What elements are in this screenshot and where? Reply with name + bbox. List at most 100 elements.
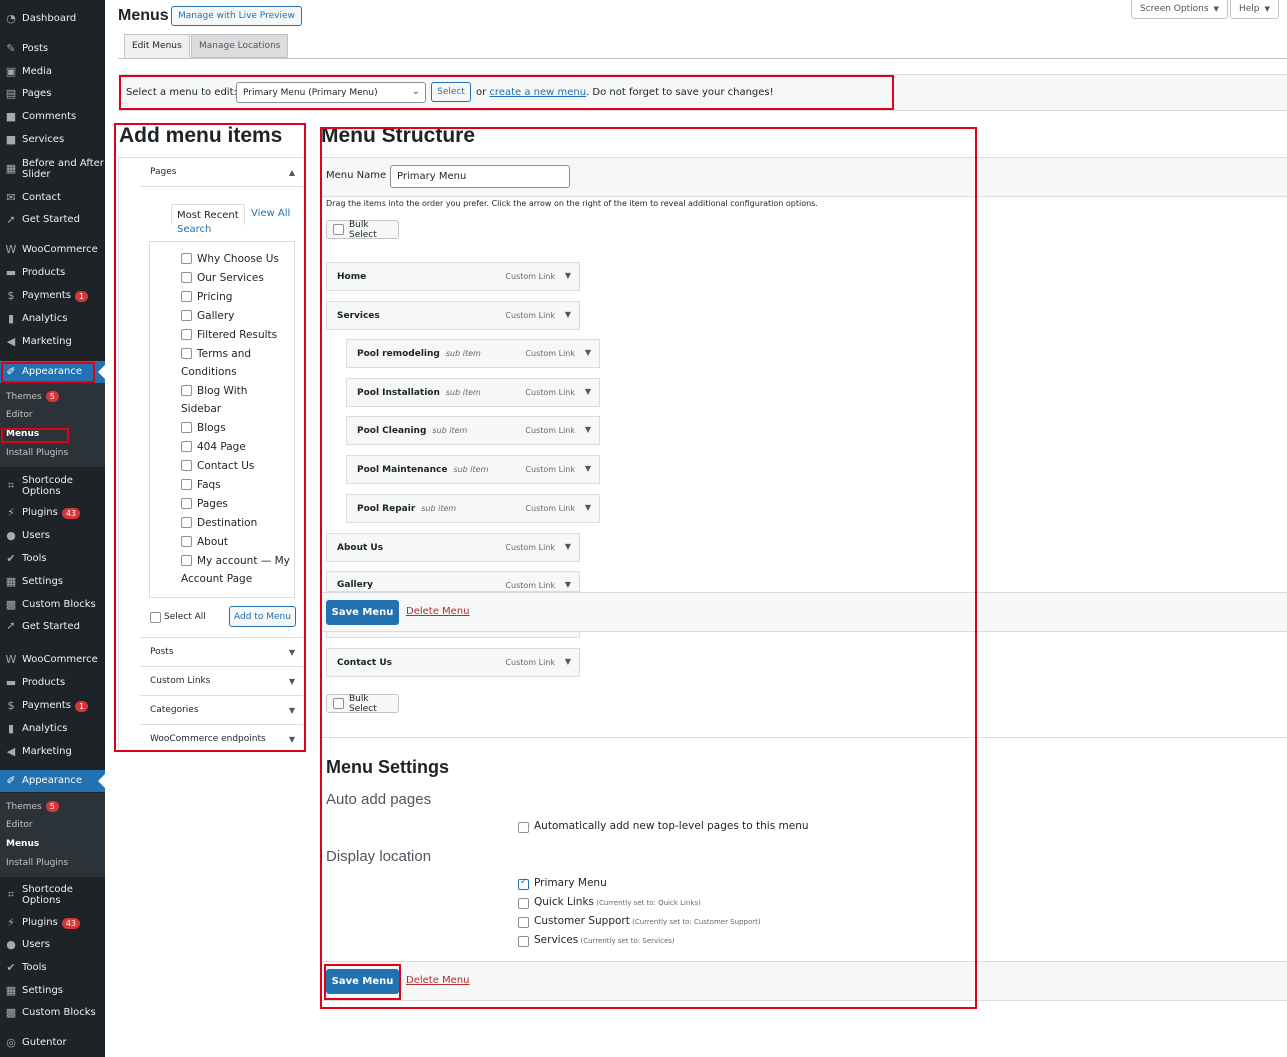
sidebar-item-services[interactable]: ■ Services	[0, 129, 105, 151]
sidebar-item-tools[interactable]: ✔ Tools	[0, 548, 105, 570]
caret-down-icon[interactable]: ▼	[585, 348, 591, 357]
page-checkbox[interactable]	[181, 310, 192, 321]
sidebar-item-appearance[interactable]: ✐ Appearance	[0, 361, 105, 383]
page-checkbox[interactable]	[181, 385, 192, 396]
sidebar-item-analytics[interactable]: ▮ Analytics	[0, 718, 105, 740]
page-checkbox[interactable]	[181, 536, 192, 547]
sidebar-subitem-menus[interactable]: Menus	[6, 839, 39, 849]
caret-down-icon[interactable]: ▼	[565, 657, 571, 666]
sidebar-item-settings[interactable]: ▦ Settings	[0, 571, 105, 593]
sidebar-subitem-install-plugins[interactable]: Install Plugins	[6, 448, 68, 458]
menu-select-dropdown[interactable]: Primary Menu (Primary Menu) ⌄	[236, 82, 426, 103]
sidebar-item-payments[interactable]: $ Payments 1	[0, 695, 105, 717]
menu-item-pool-installation[interactable]: Pool Installation sub item Custom Link ▼	[346, 378, 600, 407]
sidebar-item-marketing[interactable]: ◀ Marketing	[0, 331, 105, 353]
caret-down-icon[interactable]: ▼	[565, 271, 571, 280]
caret-down-icon[interactable]: ▼	[585, 503, 591, 512]
location-checkbox-quick-links[interactable]	[518, 898, 529, 909]
location-checkbox-services[interactable]	[518, 936, 529, 947]
page-checkbox[interactable]	[181, 479, 192, 490]
page-checkbox[interactable]	[181, 291, 192, 302]
sidebar-subitem-install-plugins[interactable]: Install Plugins	[6, 858, 68, 868]
page-checkbox[interactable]	[181, 253, 192, 264]
create-new-menu-link[interactable]: create a new menu	[489, 87, 586, 98]
sidebar-item-appearance[interactable]: ✐ Appearance	[0, 770, 105, 792]
delete-menu-link-bottom[interactable]: Delete Menu	[406, 975, 470, 986]
caret-down-icon[interactable]: ▼	[565, 580, 571, 589]
menu-item-pool-repair[interactable]: Pool Repair sub item Custom Link ▼	[346, 494, 600, 523]
sidebar-item-dashboard[interactable]: ◔ Dashboard	[0, 8, 105, 30]
sidebar-item-comments[interactable]: ■ Comments	[0, 106, 105, 128]
sidebar-item-shortcode-options[interactable]: ⌗ Shortcode Options	[0, 881, 105, 909]
sidebar-item-woocommerce[interactable]: W WooCommerce	[0, 649, 105, 671]
sidebar-subitem-editor[interactable]: Editor	[6, 820, 33, 830]
page-checkbox[interactable]	[181, 272, 192, 283]
sidebar-item-shortcode-options[interactable]: ⌗ Shortcode Options	[0, 472, 105, 500]
tab-view-all[interactable]: View All	[251, 208, 290, 219]
save-menu-button-bottom[interactable]: Save Menu	[326, 969, 399, 994]
menu-item-about-us[interactable]: About Us Custom Link ▼	[326, 533, 580, 562]
page-checkbox[interactable]	[181, 348, 192, 359]
select-all-checkbox[interactable]	[150, 612, 161, 623]
sidebar-item-contact[interactable]: ✉ Contact	[0, 187, 105, 209]
caret-down-icon[interactable]: ▼	[585, 425, 591, 434]
sidebar-item-products[interactable]: ▬ Products	[0, 262, 105, 284]
sidebar-item-settings[interactable]: ▦ Settings	[0, 980, 105, 1002]
sidebar-item-custom-blocks[interactable]: ▩ Custom Blocks	[0, 594, 105, 616]
add-to-menu-button[interactable]: Add to Menu	[229, 606, 296, 627]
tab-search[interactable]: Search	[177, 224, 211, 235]
location-checkbox-customer-support[interactable]	[518, 917, 529, 928]
delete-menu-link-top[interactable]: Delete Menu	[406, 606, 470, 617]
accordion-custom-links-header[interactable]: Custom Links ▼	[140, 666, 303, 695]
sidebar-item-posts[interactable]: ✎ Posts	[0, 38, 105, 60]
sidebar-item-analytics[interactable]: ▮ Analytics	[0, 308, 105, 330]
sidebar-item-before-and-after-slider[interactable]: ▦ Before and After Slider	[0, 155, 105, 183]
sidebar-item-payments[interactable]: $ Payments 1	[0, 285, 105, 307]
auto-add-pages-checkbox[interactable]	[518, 822, 529, 833]
sidebar-item-get-started[interactable]: ➚ Get Started	[0, 209, 105, 231]
page-checkbox[interactable]	[181, 517, 192, 528]
sidebar-subitem-menus[interactable]: Menus	[6, 429, 39, 439]
sidebar-item-marketing[interactable]: ◀ Marketing	[0, 741, 105, 763]
bulk-select-button-bottom[interactable]: Bulk Select	[326, 694, 399, 714]
page-checkbox[interactable]	[181, 460, 192, 471]
menu-item-pool-remodeling[interactable]: Pool remodeling sub item Custom Link ▼	[346, 339, 600, 368]
sidebar-item-custom-blocks[interactable]: ▩ Custom Blocks	[0, 1002, 105, 1024]
sidebar-item-plugins[interactable]: ⚡ Plugins 43	[0, 912, 105, 934]
page-checkbox[interactable]	[181, 498, 192, 509]
sidebar-item-media[interactable]: ▣ Media	[0, 61, 105, 83]
tab-edit-menus[interactable]: Edit Menus	[124, 34, 190, 58]
sidebar-subitem-themes[interactable]: Themes 5	[6, 801, 59, 812]
accordion-posts-header[interactable]: Posts ▼	[140, 637, 303, 666]
accordion-pages-header[interactable]: Pages ▲	[140, 157, 303, 186]
menu-item-gallery[interactable]: Gallery Custom Link ▼	[326, 571, 580, 592]
caret-down-icon[interactable]: ▼	[565, 310, 571, 319]
tab-manage-locations[interactable]: Manage Locations	[191, 34, 289, 58]
sidebar-item-gutentor[interactable]: ◎ Gutentor	[0, 1032, 105, 1054]
manage-live-preview-button[interactable]: Manage with Live Preview	[171, 6, 302, 26]
page-checkbox[interactable]	[181, 329, 192, 340]
bulk-select-button-top[interactable]: Bulk Select	[326, 220, 399, 240]
sidebar-item-users[interactable]: ● Users	[0, 934, 105, 956]
menu-item-pool-maintenance[interactable]: Pool Maintenance sub item Custom Link ▼	[346, 455, 600, 484]
menu-name-input[interactable]	[390, 165, 570, 188]
sidebar-item-pages[interactable]: ▤ Pages	[0, 83, 105, 105]
sidebar-item-woocommerce[interactable]: W WooCommerce	[0, 239, 105, 261]
sidebar-item-get-started[interactable]: ➚ Get Started	[0, 622, 105, 632]
help-button[interactable]: Help ▼	[1230, 0, 1279, 19]
accordion-woocommerce-endpoints-header[interactable]: WooCommerce endpoints ▼	[140, 724, 303, 753]
tab-most-recent[interactable]: Most Recent	[171, 204, 245, 225]
sidebar-item-users[interactable]: ● Users	[0, 525, 105, 547]
screen-options-button[interactable]: Screen Options ▼	[1131, 0, 1228, 19]
sidebar-subitem-themes[interactable]: Themes 5	[6, 391, 59, 402]
page-checkbox[interactable]	[181, 422, 192, 433]
page-checkbox[interactable]	[181, 441, 192, 452]
caret-down-icon[interactable]: ▼	[585, 387, 591, 396]
caret-down-icon[interactable]: ▼	[585, 464, 591, 473]
location-checkbox-primary-menu[interactable]	[518, 877, 529, 890]
page-checkbox[interactable]	[181, 555, 192, 566]
menu-item-pool-cleaning[interactable]: Pool Cleaning sub item Custom Link ▼	[346, 416, 600, 445]
select-button[interactable]: Select	[431, 82, 471, 102]
sidebar-subitem-editor[interactable]: Editor	[6, 410, 33, 420]
save-menu-button-top[interactable]: Save Menu	[326, 600, 399, 625]
